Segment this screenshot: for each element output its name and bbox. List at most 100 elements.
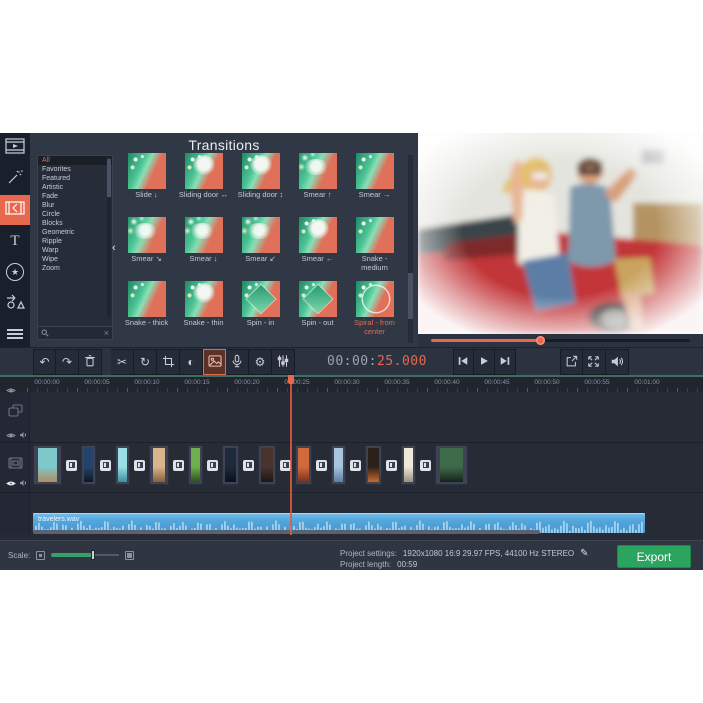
clip-properties-button[interactable] <box>272 349 295 375</box>
transition-indicator-icon[interactable] <box>66 459 77 471</box>
sidebar-item-stickers[interactable]: ★ <box>0 257 30 287</box>
timeline-horizontal-scrollbar[interactable] <box>0 530 703 535</box>
scale-slider-handle[interactable] <box>91 550 96 560</box>
category-item[interactable]: Fade <box>38 192 112 201</box>
record-voice-button[interactable] <box>226 349 249 375</box>
playhead[interactable] <box>288 375 294 535</box>
video-clip[interactable] <box>258 445 276 485</box>
transition-indicator-icon[interactable] <box>243 459 254 471</box>
transition-indicator-icon[interactable] <box>420 459 431 471</box>
edit-settings-pencil-icon[interactable]: ✎ <box>580 548 588 559</box>
transition-indicator-icon[interactable] <box>386 459 397 471</box>
transition-item[interactable]: Snake - thin <box>175 281 232 345</box>
fullscreen-button[interactable] <box>582 349 606 375</box>
video-clip[interactable] <box>149 445 169 485</box>
transition-thumbnail[interactable] <box>184 281 223 317</box>
category-item[interactable]: Ripple <box>38 237 112 246</box>
clear-search-icon[interactable]: × <box>104 328 109 338</box>
video-clip[interactable] <box>331 445 346 485</box>
volume-button[interactable] <box>605 349 629 375</box>
search-input[interactable] <box>49 329 104 337</box>
video-clip[interactable] <box>33 445 62 485</box>
eye-icon[interactable] <box>6 474 16 492</box>
category-item[interactable]: Featured <box>38 174 112 183</box>
cut-button[interactable]: ✂ <box>111 349 134 375</box>
transition-item[interactable]: Smear ↙ <box>232 217 289 281</box>
clip-settings-button[interactable]: ⚙ <box>249 349 272 375</box>
timeline-scale-slider[interactable] <box>51 550 120 560</box>
video-clip[interactable] <box>222 445 239 485</box>
transition-thumbnail[interactable] <box>298 281 337 317</box>
transition-item[interactable]: Spin - out <box>289 281 346 345</box>
transition-item[interactable]: Slide ↓ <box>118 153 175 217</box>
sidebar-item-titles[interactable]: T <box>0 226 30 256</box>
video-clip[interactable] <box>295 445 312 485</box>
category-item[interactable]: Blur <box>38 201 112 210</box>
transition-item[interactable]: Smear → <box>346 153 403 217</box>
transition-item[interactable]: Smear ↘ <box>118 217 175 281</box>
delete-button[interactable] <box>79 349 102 375</box>
transition-indicator-icon[interactable] <box>350 459 361 471</box>
unpin-preview-button[interactable] <box>559 349 583 375</box>
transition-indicator-icon[interactable] <box>316 459 327 471</box>
transition-thumbnail[interactable] <box>241 217 280 253</box>
transition-wizard-button[interactable] <box>203 349 226 375</box>
transition-item[interactable]: Snake - medium <box>346 217 403 281</box>
sidebar-item-transitions[interactable] <box>0 195 30 225</box>
category-item[interactable]: Artistic <box>38 183 112 192</box>
collapse-panel-chevron-icon[interactable]: ‹ <box>112 243 116 254</box>
zoom-out-icon[interactable] <box>36 550 46 560</box>
transition-item[interactable]: Smear ← <box>289 217 346 281</box>
zoom-in-icon[interactable] <box>125 550 135 560</box>
sidebar-item-more-tools[interactable] <box>0 319 30 349</box>
transition-thumbnail[interactable] <box>127 281 166 317</box>
transition-item[interactable]: Snake - thick <box>118 281 175 345</box>
transition-thumbnail[interactable] <box>355 281 394 317</box>
undo-button[interactable]: ↶ <box>33 349 56 375</box>
video-clip[interactable] <box>115 445 130 485</box>
transition-thumbnail[interactable] <box>184 217 223 253</box>
category-item[interactable]: Circle <box>38 210 112 219</box>
transition-indicator-icon[interactable] <box>173 459 184 471</box>
transition-thumbnail[interactable] <box>127 153 166 189</box>
transition-indicator-icon[interactable] <box>207 459 218 471</box>
sidebar-item-callouts[interactable] <box>0 288 30 318</box>
transition-item[interactable]: Smear ↓ <box>175 217 232 281</box>
playhead-cap[interactable] <box>288 375 294 384</box>
seek-handle[interactable] <box>535 336 545 345</box>
transition-thumbnail[interactable] <box>184 153 223 189</box>
category-item[interactable]: Wipe <box>38 255 112 264</box>
color-adjust-button[interactable]: ◐ <box>180 349 203 375</box>
transition-thumbnail[interactable] <box>241 281 280 317</box>
transition-thumbnail[interactable] <box>241 153 280 189</box>
transition-indicator-icon[interactable] <box>134 459 145 471</box>
speaker-icon[interactable] <box>19 474 28 492</box>
video-clip[interactable] <box>435 445 468 485</box>
crop-button[interactable] <box>157 349 180 375</box>
transition-item[interactable]: Spin - in <box>232 281 289 345</box>
sidebar-item-filters[interactable] <box>0 164 30 194</box>
category-item[interactable]: Geometric <box>38 228 112 237</box>
transition-thumbnail[interactable] <box>127 217 166 253</box>
transition-item[interactable]: Sliding door ↕ <box>232 153 289 217</box>
transition-item[interactable]: Spiral - from center <box>346 281 403 345</box>
eye-icon[interactable] <box>6 381 16 399</box>
transition-indicator-icon[interactable] <box>100 459 111 471</box>
category-item[interactable]: All <box>38 156 112 165</box>
redo-button[interactable]: ↷ <box>56 349 79 375</box>
category-item[interactable]: Favorites <box>38 165 112 174</box>
grid-scrollbar[interactable] <box>408 155 413 343</box>
video-clip[interactable] <box>81 445 96 485</box>
video-clip[interactable] <box>188 445 203 485</box>
transition-item[interactable]: Smear ↑ <box>289 153 346 217</box>
category-item[interactable]: Blocks <box>38 219 112 228</box>
transition-item[interactable]: Sliding door ↔ <box>175 153 232 217</box>
transition-thumbnail[interactable] <box>355 153 394 189</box>
sidebar-item-media[interactable] <box>0 133 30 163</box>
transition-thumbnail[interactable] <box>355 217 394 253</box>
video-clip[interactable] <box>365 445 382 485</box>
transition-thumbnail[interactable] <box>298 153 337 189</box>
video-clip[interactable] <box>401 445 416 485</box>
category-item[interactable]: Zoom <box>38 264 112 273</box>
next-frame-button[interactable] <box>494 349 516 375</box>
